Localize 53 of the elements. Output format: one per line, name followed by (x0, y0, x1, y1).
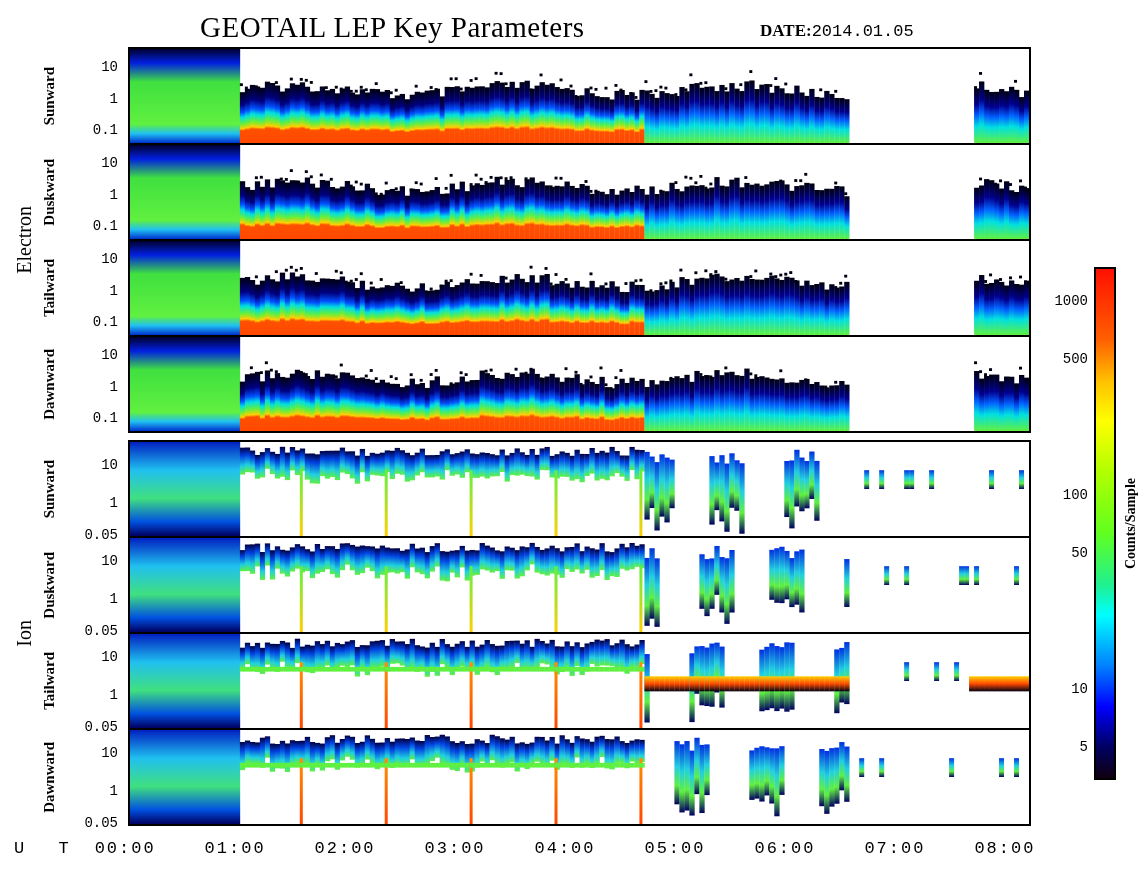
y-tick-label: 1 (109, 378, 118, 395)
x-tick-label: 02:00 (313, 838, 377, 858)
direction-label: Tailward (40, 259, 58, 317)
y-tick-label: 0.05 (84, 527, 118, 544)
x-tick-label: 04:00 (533, 838, 597, 858)
direction-label: Dawnward (40, 741, 58, 813)
y-tick-label: 10 (101, 346, 118, 363)
x-tick-label: 06:00 (753, 838, 817, 858)
x-tick-label: 00:00 (93, 838, 157, 858)
direction-label: Duskward (40, 158, 58, 226)
y-tick-label: 1 (109, 186, 118, 203)
colorbar-tick-label: 50 (1071, 545, 1088, 562)
colorbar-tick-label: 1000 (1054, 292, 1088, 309)
direction-label: Sunward (40, 459, 58, 519)
colorbar-tick-label: 500 (1062, 351, 1088, 368)
direction-label: Dawnward (40, 348, 58, 420)
y-tick-label: 10 (101, 745, 118, 762)
y-tick-label: 10 (101, 154, 118, 171)
direction-label: Sunward (40, 66, 58, 126)
x-tick-label: 01:00 (203, 838, 267, 858)
y-tick-label: 10 (101, 457, 118, 474)
y-tick-label: 0.05 (84, 815, 118, 832)
y-tick-label: 1 (109, 282, 118, 299)
direction-label: Tailward (40, 652, 58, 710)
y-tick-label: 10 (101, 250, 118, 267)
y-tick-label: 0.1 (92, 314, 118, 331)
x-tick-label: 05:00 (643, 838, 707, 858)
y-tick-label: 10 (101, 58, 118, 75)
y-tick-label: 1 (109, 590, 118, 607)
colorbar-label: Counts/Sample (1123, 478, 1139, 569)
colorbar-tick-label: 10 (1071, 680, 1088, 697)
direction-label: Duskward (40, 551, 58, 619)
x-tick-label: 08:00 (973, 838, 1037, 858)
x-tick-label: 07:00 (863, 838, 927, 858)
x-tick-label: 03:00 (423, 838, 487, 858)
y-tick-label: 10 (101, 553, 118, 570)
y-tick-label: 1 (109, 90, 118, 107)
colorbar-tick-label: 5 (1079, 738, 1088, 755)
y-tick-label: 0.05 (84, 623, 118, 640)
y-tick-label: 0.1 (92, 218, 118, 235)
y-tick-label: 0.1 (92, 410, 118, 427)
y-tick-label: 0.05 (84, 719, 118, 736)
particle-label: Ion (13, 619, 36, 647)
y-tick-label: 1 (109, 494, 118, 511)
particle-label: Electron (13, 206, 36, 274)
y-tick-label: 1 (109, 782, 118, 799)
x-axis-label: U T (13, 838, 82, 858)
plot-title: GEOTAIL LEP Key Parameters (200, 10, 586, 45)
colorbar-tick-label: 100 (1062, 486, 1088, 503)
date-label: DATE:2014.01.05 (760, 20, 914, 43)
y-tick-label: 0.1 (92, 122, 118, 139)
y-tick-label: 10 (101, 649, 118, 666)
y-tick-label: 1 (109, 686, 118, 703)
